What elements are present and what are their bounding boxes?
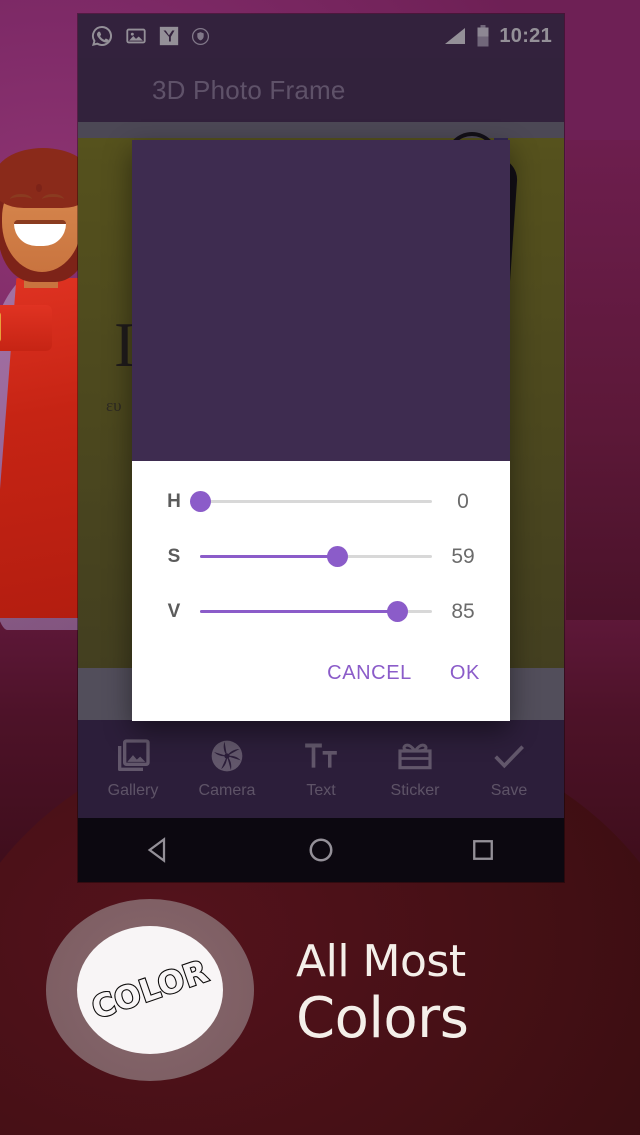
toolbar-label-save: Save	[490, 782, 528, 799]
status-bar: 10:21	[78, 14, 564, 58]
signal-icon	[443, 26, 467, 46]
whatsapp-icon	[90, 24, 114, 48]
app-bar: 3D Photo Frame	[78, 58, 564, 122]
sticker-icon	[395, 736, 435, 776]
promo-badge-inner: COLOR	[77, 926, 223, 1054]
slider-label-v: V	[167, 601, 181, 623]
slider-thumb-v[interactable]	[387, 601, 409, 623]
text-icon	[301, 736, 341, 776]
toolbar-item-text[interactable]: Text	[276, 736, 366, 800]
toolbar-item-gallery[interactable]: Gallery	[88, 736, 178, 800]
slider-track-h	[200, 500, 432, 504]
slider-row-v: V 85	[148, 585, 494, 640]
dialog-actions: CANCEL OK	[132, 640, 510, 721]
slider-s[interactable]	[200, 542, 432, 572]
toolbar-item-save[interactable]: Save	[464, 736, 554, 800]
battery-icon	[476, 24, 490, 48]
slider-row-h: H 0	[148, 475, 494, 530]
slider-thumb-s[interactable]	[326, 546, 348, 568]
shield-icon	[191, 27, 210, 46]
slider-row-s: S 59	[148, 530, 494, 585]
camera-icon	[207, 736, 247, 776]
woman-bindi	[36, 184, 42, 192]
nav-home-button[interactable]	[276, 835, 366, 865]
toolbar-label-text: Text	[306, 782, 336, 799]
slider-value-v: 85	[451, 600, 475, 624]
canvas-top-band	[78, 122, 564, 138]
slider-fill-v	[200, 610, 398, 614]
woman-eye-left	[10, 194, 32, 205]
nav-back-button[interactable]	[114, 835, 204, 865]
color-picker-dialog: H 0 S 59 V 85 CANCEL OK	[132, 140, 510, 721]
promo-badge: COLOR	[46, 899, 254, 1081]
color-preview-swatch	[132, 140, 510, 461]
recents-icon	[469, 836, 497, 864]
slider-v[interactable]	[200, 597, 432, 627]
slider-value-h: 0	[457, 490, 469, 514]
home-icon	[306, 835, 336, 865]
slider-fill-s	[200, 555, 337, 559]
promo-badge-text: COLOR	[86, 952, 214, 1027]
ok-button[interactable]: OK	[438, 654, 492, 693]
toolbar-item-camera[interactable]: Camera	[182, 736, 272, 800]
woman-bangle	[0, 312, 1, 342]
toolbar-label-sticker: Sticker	[390, 782, 440, 799]
toolbar-label-gallery: Gallery	[107, 782, 159, 799]
status-bar-notifications	[90, 24, 210, 48]
editor-toolbar: Gallery Camera Text Sticker Save	[78, 720, 564, 818]
yandex-icon	[158, 25, 180, 47]
promo-headline-line2: Colors	[296, 986, 469, 1051]
slider-label-s: S	[167, 546, 181, 568]
woman-arm	[0, 305, 52, 351]
photo-right-border	[508, 138, 564, 668]
android-nav-bar	[78, 818, 564, 882]
slider-thumb-h[interactable]	[190, 491, 211, 513]
status-bar-system: 10:21	[443, 24, 552, 48]
toolbar-item-sticker[interactable]: Sticker	[370, 736, 460, 800]
promo-background-right	[566, 140, 640, 620]
gallery-icon	[113, 736, 153, 776]
nav-recents-button[interactable]	[438, 836, 528, 864]
toolbar-label-camera: Camera	[198, 782, 256, 799]
back-icon	[144, 835, 174, 865]
photo-icon	[125, 25, 147, 47]
app-title: 3D Photo Frame	[152, 74, 346, 105]
slider-value-s: 59	[451, 545, 475, 569]
status-bar-clock: 10:21	[499, 24, 552, 47]
check-icon	[489, 736, 529, 776]
promo-page: 10:21 3D Photo Frame I ευ Gallery Camera…	[0, 0, 640, 1135]
cancel-button[interactable]: CANCEL	[315, 654, 424, 693]
hsv-sliders: H 0 S 59 V 85	[132, 461, 510, 640]
slider-h[interactable]	[190, 487, 432, 517]
photo-overlay-subtext: ευ	[106, 396, 122, 415]
woman-eye-right	[42, 194, 64, 205]
promo-headline-line1: All Most	[296, 936, 466, 987]
promo-headline: All Most Colors	[296, 938, 616, 1050]
